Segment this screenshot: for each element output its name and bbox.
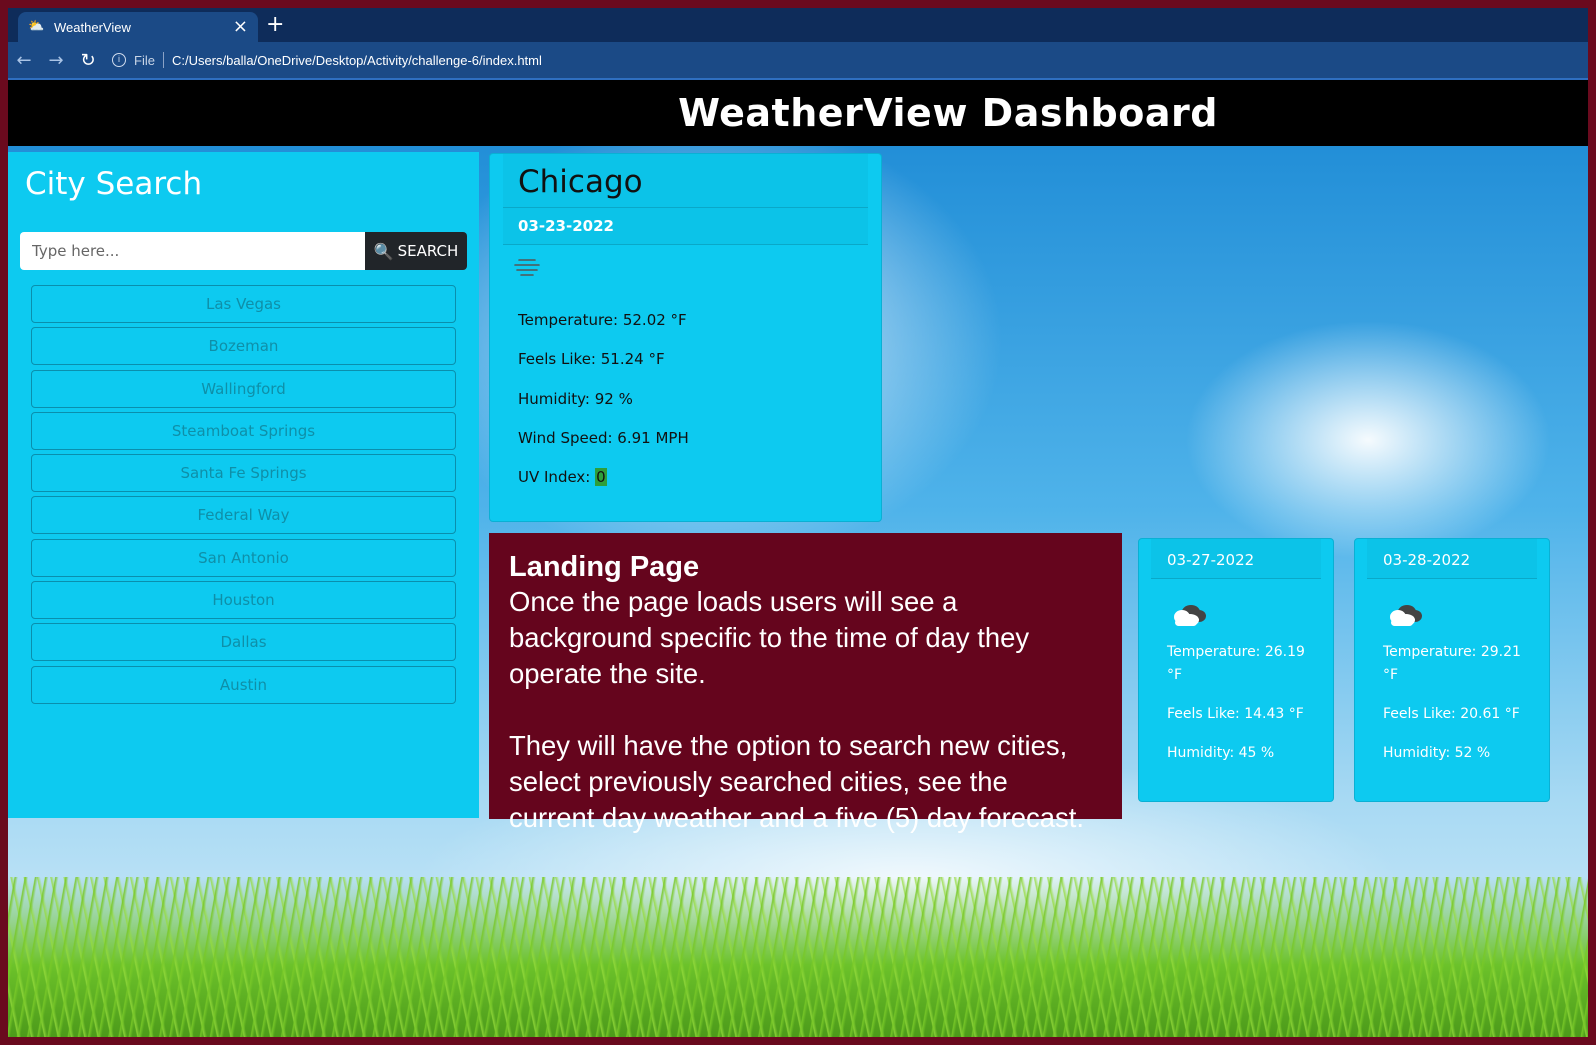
current-details: Temperature: 52.02 °F Feels Like: 51.24 … [503,301,868,497]
forecast-feels-like: Feels Like: 20.61 °F [1383,706,1520,722]
forecast-date: 03-28-2022 [1367,539,1537,579]
city-history-list: Las Vegas Bozeman Wallingford Steamboat … [31,285,456,704]
forecast-temperature: Temperature: 29.21 °F [1383,644,1521,683]
url-text: C:/Users/balla/OneDrive/Desktop/Activity… [171,52,542,68]
back-arrow-icon[interactable]: ← [8,50,40,71]
cloud-icon [1385,603,1537,637]
forecast-card: 03-27-2022 Temperature: 26.19 °F Feels L… [1138,538,1334,802]
cloud-icon [1169,603,1321,637]
new-tab-button[interactable]: + [266,14,284,36]
info-icon[interactable]: i [112,53,126,67]
current-wind-speed: Wind Speed: 6.91 MPH [518,428,689,447]
tab-title: WeatherView [54,19,131,35]
cloud-icon-graphic [1390,605,1422,626]
city-button-las-vegas[interactable]: Las Vegas [31,285,456,323]
city-button-federal-way[interactable]: Federal Way [31,496,456,535]
current-date: 03-23-2022 [503,208,868,245]
search-row: 🔍 SEARCH [20,232,467,270]
tab-strip: ⛅ WeatherView × + [8,8,1588,42]
note-line-2: They will have the option to search new … [509,730,1085,833]
grass-image [8,877,1588,1037]
forecast-temperature: Temperature: 26.19 °F [1167,644,1305,683]
city-button-bozeman[interactable]: Bozeman [31,327,456,366]
forward-arrow-icon[interactable]: → [40,50,72,71]
reload-icon[interactable]: ↻ [72,50,104,71]
city-button-austin[interactable]: Austin [31,665,456,704]
note-line-1: Once the page loads users will see a bac… [509,586,1030,689]
search-button[interactable]: 🔍 SEARCH [365,232,467,270]
city-button-wallingford[interactable]: Wallingford [31,369,456,408]
forecast-feels-like: Feels Like: 14.43 °F [1167,706,1304,722]
fog-icon-graphic [514,259,540,276]
browser-window: ⛅ WeatherView × + ← → ↻ i File C:/Users/… [8,8,1588,1037]
search-button-label: SEARCH [397,242,459,260]
current-city-header: Chicago [503,154,868,208]
page-title: WeatherView Dashboard [678,91,1218,135]
current-humidity: Humidity: 92 % [518,389,633,408]
current-feels-like: Feels Like: 51.24 °F [518,350,665,369]
forecast-details: Temperature: 29.21 °F Feels Like: 20.61 … [1367,641,1537,765]
current-uv-index: UV Index: 0 [518,458,853,497]
url-divider [162,52,164,68]
forecast-card: 03-28-2022 Temperature: 29.21 °F Feels L… [1354,538,1550,802]
city-button-san-antonio[interactable]: San Antonio [31,538,456,577]
weather-favicon-icon: ⛅ [28,19,45,34]
forecast-details: Temperature: 26.19 °F Feels Like: 14.43 … [1151,641,1321,765]
fog-icon [513,257,868,301]
browser-tab[interactable]: ⛅ WeatherView × [18,12,258,42]
page-background: WeatherView Dashboard City Search 🔍 SEAR… [8,80,1588,1037]
current-city-name: Chicago [518,164,643,200]
site-header: WeatherView Dashboard [8,80,1588,146]
url-field[interactable]: i File C:/Users/balla/OneDrive/Desktop/A… [112,46,1588,74]
address-bar: ← → ↻ i File C:/Users/balla/OneDrive/Des… [8,42,1588,78]
uv-badge: 0 [595,468,607,487]
close-tab-icon[interactable]: × [233,18,248,36]
city-button-dallas[interactable]: Dallas [31,623,456,662]
current-temperature: Temperature: 52.02 °F [518,311,687,329]
city-button-santa-fe-springs[interactable]: Santa Fe Springs [31,454,456,493]
forecast-date: 03-27-2022 [1151,539,1321,579]
forecast-humidity: Humidity: 45 % [1167,745,1275,761]
note-title: Landing Page [509,551,700,583]
landing-page-note: Landing Page Once the page loads users w… [489,533,1122,833]
city-button-houston[interactable]: Houston [31,581,456,620]
url-scheme: File [134,52,155,68]
city-search-title: City Search [25,166,203,202]
city-search-panel: City Search 🔍 SEARCH Las Vegas Bozeman W… [8,152,479,818]
city-button-steamboat-springs[interactable]: Steamboat Springs [31,411,456,450]
search-icon: 🔍 [373,241,394,261]
cloud-icon-graphic [1174,605,1206,626]
forecast-humidity: Humidity: 52 % [1383,745,1491,761]
uv-label: UV Index: [518,468,596,487]
current-weather-card: Chicago 03-23-2022 Temperature: 52.02 °F… [489,153,882,522]
search-input[interactable] [20,232,365,270]
